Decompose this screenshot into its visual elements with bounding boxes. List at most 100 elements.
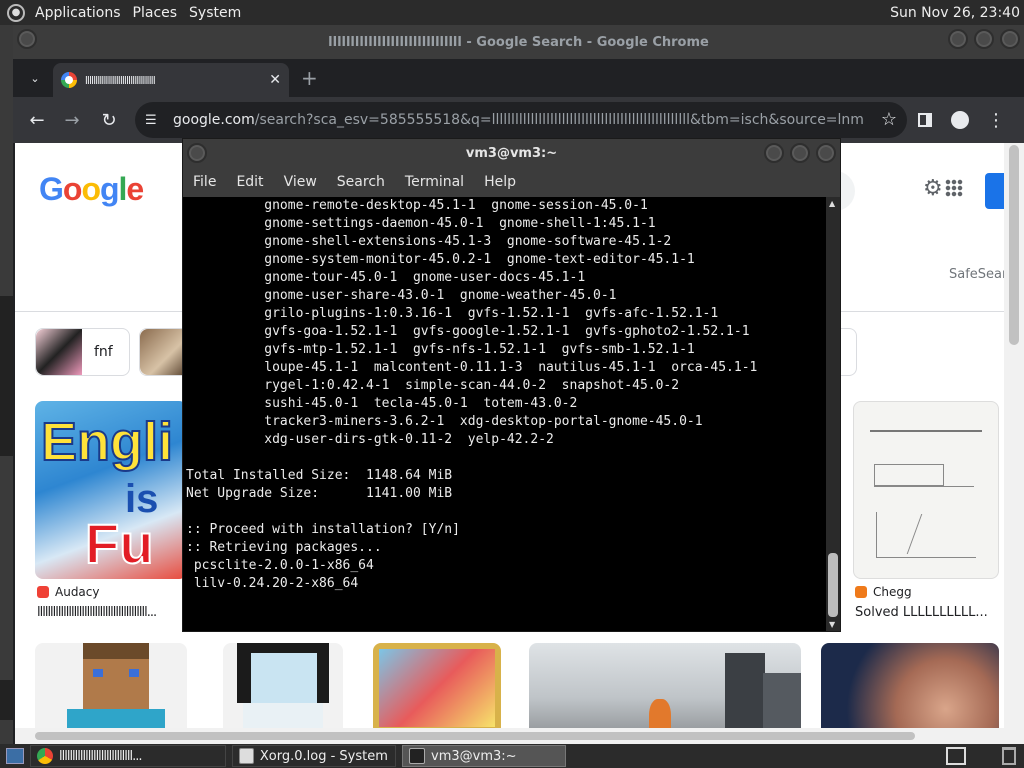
terminal-maximize-button[interactable] <box>790 143 810 163</box>
result-source[interactable]: Chegg <box>855 585 912 599</box>
taskbar-item-terminal[interactable]: vm3@vm3:~ <box>402 745 566 767</box>
terminal-menubar: File Edit View Search Terminal Help <box>183 167 840 197</box>
logo-letter: g <box>99 171 120 207</box>
new-tab-icon[interactable]: + <box>301 68 318 88</box>
terminal-line: gnome-system-monitor-45.0.2-1 gnome-text… <box>186 252 695 267</box>
page-vertical-scrollbar[interactable] <box>1004 143 1024 745</box>
scrollbar-thumb[interactable] <box>1009 145 1019 345</box>
taskbar-item-log-viewer[interactable]: Xorg.0.log - System... <box>232 745 396 767</box>
sign-in-button[interactable] <box>985 173 1004 209</box>
minimize-button[interactable] <box>948 29 968 49</box>
menu-edit[interactable]: Edit <box>236 174 263 190</box>
chrome-titlebar[interactable]: llllllllllllllllllllllllllllll - Google … <box>13 25 1024 59</box>
system-menu[interactable]: System <box>185 5 249 21</box>
tab-search-icon[interactable]: ⌄ <box>25 68 45 88</box>
back-arrow-icon[interactable]: ← <box>25 108 49 132</box>
trash-icon[interactable] <box>1002 747 1016 765</box>
gnome-foot-icon[interactable]: ● <box>7 3 25 22</box>
terminal-window: vm3@vm3:~ File Edit View Search Terminal… <box>182 138 841 632</box>
terminal-line: xdg-user-dirs-gtk-0.11-2 yelp-42.2-2 <box>186 432 554 447</box>
scroll-down-icon[interactable]: ▼ <box>829 620 835 629</box>
menu-search[interactable]: Search <box>337 174 385 190</box>
terminal-line: gvfs-mtp-1.52.1-1 gvfs-nfs-1.52.1-1 gvfs… <box>186 342 695 357</box>
close-button[interactable] <box>1000 29 1020 49</box>
tab-title: llllllllllllllllllllllllllllllllll <box>84 73 156 87</box>
menu-file[interactable]: File <box>193 174 216 190</box>
terminal-line: :: Proceed with installation? [Y/n] <box>186 522 460 537</box>
terminal-scrollbar-thumb[interactable] <box>828 553 838 617</box>
log-viewer-icon <box>239 748 254 764</box>
tune-icon[interactable]: ☰ <box>145 113 165 128</box>
google-logo[interactable]: Google <box>39 171 144 208</box>
terminal-line: loupe-45.1-1 malcontent-0.11.1-3 nautilu… <box>186 360 758 375</box>
terminal-line: Net Upgrade Size: 1141.00 MiB <box>186 486 453 501</box>
audacy-icon <box>37 586 49 598</box>
terminal-text: gnome-remote-desktop-45.1-1 gnome-sessio… <box>183 197 826 593</box>
maximize-button[interactable] <box>974 29 994 49</box>
places-menu[interactable]: Places <box>129 5 186 21</box>
forward-arrow-icon[interactable]: → <box>60 108 84 132</box>
terminal-minimize-button[interactable] <box>764 143 784 163</box>
kebab-menu-icon[interactable]: ⋮ <box>984 108 1008 132</box>
terminal-line: gnome-tour-45.0-1 gnome-user-docs-45.1-1 <box>186 270 586 285</box>
show-desktop-icon[interactable] <box>6 748 24 764</box>
source-name: Chegg <box>873 585 912 599</box>
chrome-icon <box>37 748 53 764</box>
terminal-line: :: Retrieving packages... <box>186 540 382 555</box>
chrome-window-title: llllllllllllllllllllllllllllll - Google … <box>328 34 709 50</box>
applications-menu[interactable]: Applications <box>31 5 129 21</box>
url-text[interactable]: google.com/search?sca_esv=585555518&q=ll… <box>173 112 863 128</box>
terminal-line: lilv-0.24.20-2-x86_64 <box>186 576 359 591</box>
terminal-line: Total Installed Size: 1148.64 MiB <box>186 468 453 483</box>
result-caption[interactable]: Solved LLLLLLLLLL... <box>855 605 995 620</box>
terminal-scrollbar[interactable]: ▲ ▼ <box>826 197 840 631</box>
logo-letter: o <box>81 171 101 207</box>
scrollbar-thumb[interactable] <box>35 732 915 740</box>
chip-thumbnail <box>140 329 186 375</box>
star-icon[interactable]: ☆ <box>881 109 897 130</box>
terminal-window-menu-button[interactable] <box>187 143 207 163</box>
result-source[interactable]: Audacy <box>37 585 99 599</box>
terminal-line: rygel-1:0.42.4-1 simple-scan-44.0-2 snap… <box>186 378 680 393</box>
terminal-line: tracker3-miners-3.6.2-1 xdg-desktop-port… <box>186 414 703 429</box>
result-caption[interactable]: llllllllllllllllllllllllllllllllllllllll… <box>37 605 187 620</box>
terminal-titlebar[interactable]: vm3@vm3:~ <box>183 139 840 167</box>
related-chip-2[interactable] <box>139 328 187 376</box>
settings-gear-icon[interactable]: ⚙ <box>923 176 943 201</box>
workspace-switcher[interactable] <box>946 747 966 765</box>
tab-close-icon[interactable]: ✕ <box>269 72 281 88</box>
window-menu-button[interactable] <box>17 29 37 49</box>
terminal-title: vm3@vm3:~ <box>465 145 558 161</box>
terminal-line: gnome-remote-desktop-45.1-1 gnome-sessio… <box>186 198 648 213</box>
profile-icon[interactable] <box>948 108 972 132</box>
chegg-icon <box>855 586 867 598</box>
address-bar[interactable]: ☰ google.com/search?sca_esv=585555518&q=… <box>135 102 907 138</box>
safesearch-label[interactable]: SafeSear <box>949 267 1004 282</box>
terminal-close-button[interactable] <box>816 143 836 163</box>
terminal-line: gnome-shell-extensions-45.1-3 gnome-soft… <box>186 234 672 249</box>
terminal-icon <box>409 748 425 764</box>
taskbar-item-chrome[interactable]: llllllllllllllllllllllllllll... <box>30 745 226 767</box>
logo-letter: o <box>62 171 83 207</box>
url-path: /search?sca_esv=585555518&q=llllllllllll… <box>254 112 863 128</box>
browser-tab[interactable]: llllllllllllllllllllllllllllllllll ✕ <box>53 63 289 97</box>
reload-icon[interactable]: ↻ <box>97 108 121 132</box>
logo-letter: e <box>126 171 144 207</box>
terminal-output[interactable]: gnome-remote-desktop-45.1-1 gnome-sessio… <box>183 197 826 631</box>
tab-strip: ⌄ llllllllllllllllllllllllllllllllll ✕ + <box>13 59 1024 97</box>
menu-help[interactable]: Help <box>484 174 516 190</box>
menu-terminal[interactable]: Terminal <box>405 174 464 190</box>
chip-label: fnf <box>94 344 113 360</box>
scroll-up-icon[interactable]: ▲ <box>829 199 835 208</box>
desktop-edge <box>0 296 13 456</box>
side-panel-icon[interactable] <box>913 108 937 132</box>
result-image-english-fun[interactable]: Engli is Fu <box>35 401 187 579</box>
page-horizontal-scrollbar[interactable] <box>15 728 1004 745</box>
related-chip-fnf[interactable]: fnf <box>35 328 130 376</box>
menu-view[interactable]: View <box>284 174 317 190</box>
apps-grid-icon[interactable] <box>945 179 963 197</box>
result-image-chegg-diagram[interactable] <box>853 401 999 579</box>
url-host: google.com <box>173 112 255 128</box>
clock[interactable]: Sun Nov 26, 23:40 <box>890 5 1024 21</box>
taskbar-item-label: Xorg.0.log - System... <box>259 748 389 764</box>
